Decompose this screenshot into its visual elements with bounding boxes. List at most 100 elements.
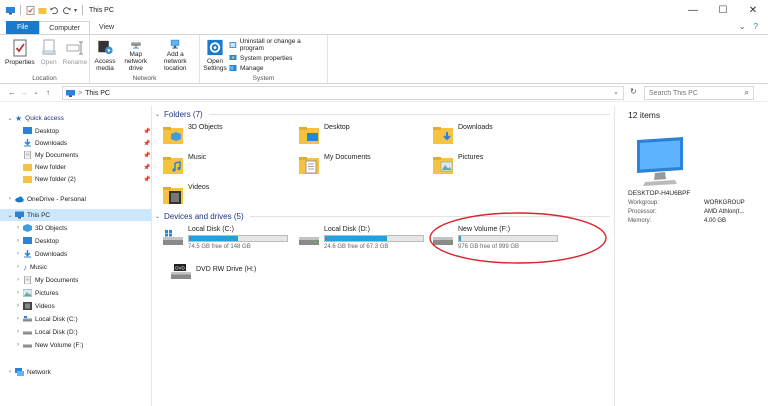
open-settings-label: Open Settings xyxy=(203,58,227,72)
nav-label: OneDrive - Personal xyxy=(27,195,86,203)
expand-chevron-icon[interactable]: › xyxy=(14,342,22,348)
search-box[interactable]: ⌕ xyxy=(644,86,754,100)
nav-pc-local-disk-d[interactable]: › Local Disk (D:) xyxy=(14,326,78,338)
refresh-button[interactable]: ↻ xyxy=(630,87,637,96)
folder-videos[interactable]: Videos xyxy=(162,184,209,206)
detail-row-memory: Memory: 4.00 GB xyxy=(628,218,726,224)
nav-quick-my-documents[interactable]: My Documents 📌 xyxy=(22,149,152,161)
explorer-icon[interactable] xyxy=(6,6,15,15)
detail-key: Memory: xyxy=(628,218,652,224)
new-folder-icon[interactable] xyxy=(38,6,47,15)
maximize-button[interactable]: ☐ xyxy=(708,0,738,20)
expand-chevron-icon[interactable]: › xyxy=(14,277,22,283)
nav-onedrive[interactable]: › OneDrive - Personal xyxy=(6,193,86,205)
nav-this-pc[interactable]: ⌄ This PC xyxy=(0,209,151,221)
nav-pc-local-disk-c[interactable]: › Local Disk (C:) xyxy=(14,313,78,325)
pin-icon[interactable]: 📌 xyxy=(143,140,150,147)
search-input[interactable] xyxy=(649,89,737,97)
drive-dvd-rw-h[interactable]: DVD DVD RW Drive (H:) xyxy=(170,260,256,281)
expand-chevron-icon[interactable]: › xyxy=(14,238,22,244)
folder-icon xyxy=(23,176,32,183)
nav-quick-new-folder-2[interactable]: New folder (2) 📌 xyxy=(22,173,152,185)
collapse-chevron-icon[interactable]: ⌄ xyxy=(6,115,14,122)
search-icon[interactable]: ⌕ xyxy=(745,88,749,98)
expand-chevron-icon[interactable]: › xyxy=(14,329,22,335)
expand-chevron-icon[interactable]: › xyxy=(14,225,22,231)
pin-icon[interactable]: 📌 xyxy=(143,176,150,183)
access-media-label: Access media xyxy=(94,58,116,72)
drive-local-disk-d[interactable]: Local Disk (D:) 24.6 GB free of 67.3 GB xyxy=(298,226,424,250)
drive-name: Local Disk (D:) xyxy=(324,226,370,233)
tab-file[interactable]: File xyxy=(6,21,40,34)
folders-section-header[interactable]: ⌄ Folders (7) xyxy=(155,110,610,119)
folder-pictures[interactable]: Pictures xyxy=(432,154,483,176)
nav-pc-pictures[interactable]: › Pictures xyxy=(14,287,58,299)
nav-pc-videos[interactable]: › Videos xyxy=(14,300,55,312)
redo-icon[interactable] xyxy=(62,6,71,15)
minimize-button[interactable]: — xyxy=(678,0,708,20)
undo-icon[interactable] xyxy=(50,6,59,15)
expand-chevron-icon[interactable]: › xyxy=(6,196,14,202)
pin-icon[interactable]: 📌 xyxy=(143,128,150,135)
expand-chevron-icon[interactable]: › xyxy=(14,303,22,309)
tab-view[interactable]: View xyxy=(90,21,123,34)
access-media-button[interactable]: Access media xyxy=(93,37,117,73)
expand-chevron-icon[interactable]: › xyxy=(14,316,22,322)
address-bar[interactable]: > This PC ⌄ xyxy=(62,86,624,100)
nav-pc-downloads[interactable]: › Downloads xyxy=(14,248,67,260)
open-button[interactable]: Open xyxy=(37,37,61,73)
nav-quick-desktop[interactable]: Desktop 📌 xyxy=(22,125,152,137)
nav-quick-new-folder[interactable]: New folder 📌 xyxy=(22,161,152,173)
folder-downloads[interactable]: Downloads xyxy=(432,124,493,146)
nav-pc-3d-objects[interactable]: › 3D Objects xyxy=(14,222,67,234)
up-button[interactable]: ↑ xyxy=(42,88,54,97)
detail-value: WORKGROUP xyxy=(704,200,745,206)
pin-icon[interactable]: 📌 xyxy=(143,152,150,159)
nav-pc-desktop[interactable]: › Desktop xyxy=(14,235,59,247)
uninstall-program-button[interactable]: Uninstall or change a program xyxy=(229,38,324,52)
collapse-chevron-icon[interactable]: ⌄ xyxy=(155,111,160,118)
pin-icon[interactable]: 📌 xyxy=(143,164,150,171)
forward-button[interactable]: → xyxy=(18,88,30,97)
help-button[interactable]: ? xyxy=(754,22,758,31)
ribbon: Properties Open Rename Location Access m… xyxy=(0,34,768,84)
address-dropdown-icon[interactable]: ⌄ xyxy=(613,88,619,96)
nav-network[interactable]: › Network xyxy=(6,366,51,378)
expand-chevron-icon[interactable]: › xyxy=(14,251,22,257)
back-button[interactable]: ← xyxy=(6,88,18,97)
manage-button[interactable]: Manage xyxy=(229,64,324,72)
folder-my-documents[interactable]: My Documents xyxy=(298,154,371,176)
nav-pc-my-documents[interactable]: › My Documents xyxy=(14,274,78,286)
close-button[interactable]: ✕ xyxy=(738,0,768,20)
properties-button[interactable]: Properties xyxy=(3,37,37,73)
system-properties-button[interactable]: System properties xyxy=(229,54,324,62)
drive-icon xyxy=(299,237,319,245)
map-network-drive-button[interactable]: Map network drive xyxy=(117,37,155,73)
open-settings-button[interactable]: Open Settings xyxy=(203,37,227,73)
qat-dropdown-icon[interactable]: ▾ xyxy=(74,7,77,14)
recent-locations-button[interactable]: ⌄ xyxy=(30,89,42,96)
nav-label: Desktop xyxy=(35,127,59,135)
properties-icon[interactable] xyxy=(26,5,35,15)
expand-chevron-icon[interactable]: › xyxy=(14,264,22,270)
nav-pc-new-volume-f[interactable]: › New Volume (F:) xyxy=(14,339,83,351)
tab-computer[interactable]: Computer xyxy=(39,21,91,34)
collapse-chevron-icon[interactable]: ⌄ xyxy=(155,213,160,220)
folder-music[interactable]: Music xyxy=(162,154,206,176)
collapse-chevron-icon[interactable]: ⌄ xyxy=(6,212,14,219)
drive-free-space: 74.5 GB free of 148 GB xyxy=(188,244,251,250)
drive-local-disk-c[interactable]: Local Disk (C:) 74.5 GB free of 148 GB xyxy=(162,226,288,250)
address-path[interactable]: This PC xyxy=(85,90,110,97)
nav-quick-downloads[interactable]: Downloads 📌 xyxy=(22,137,152,149)
nav-quick-access[interactable]: ⌄ ★ Quick access xyxy=(6,112,63,124)
folder-3d-objects[interactable]: 3D Objects xyxy=(162,124,223,146)
rename-button[interactable]: Rename xyxy=(61,37,90,73)
nav-pc-music[interactable]: › ♪ Music xyxy=(14,261,47,273)
folder-label: Downloads xyxy=(458,124,493,131)
expand-chevron-icon[interactable]: › xyxy=(6,369,14,375)
expand-chevron-icon[interactable]: › xyxy=(14,290,22,296)
expand-ribbon-button[interactable]: ⌄ xyxy=(739,22,746,31)
add-network-location-button[interactable]: Add a network location xyxy=(155,37,196,73)
window-title: This PC xyxy=(89,6,114,14)
folder-desktop[interactable]: Desktop xyxy=(298,124,350,146)
